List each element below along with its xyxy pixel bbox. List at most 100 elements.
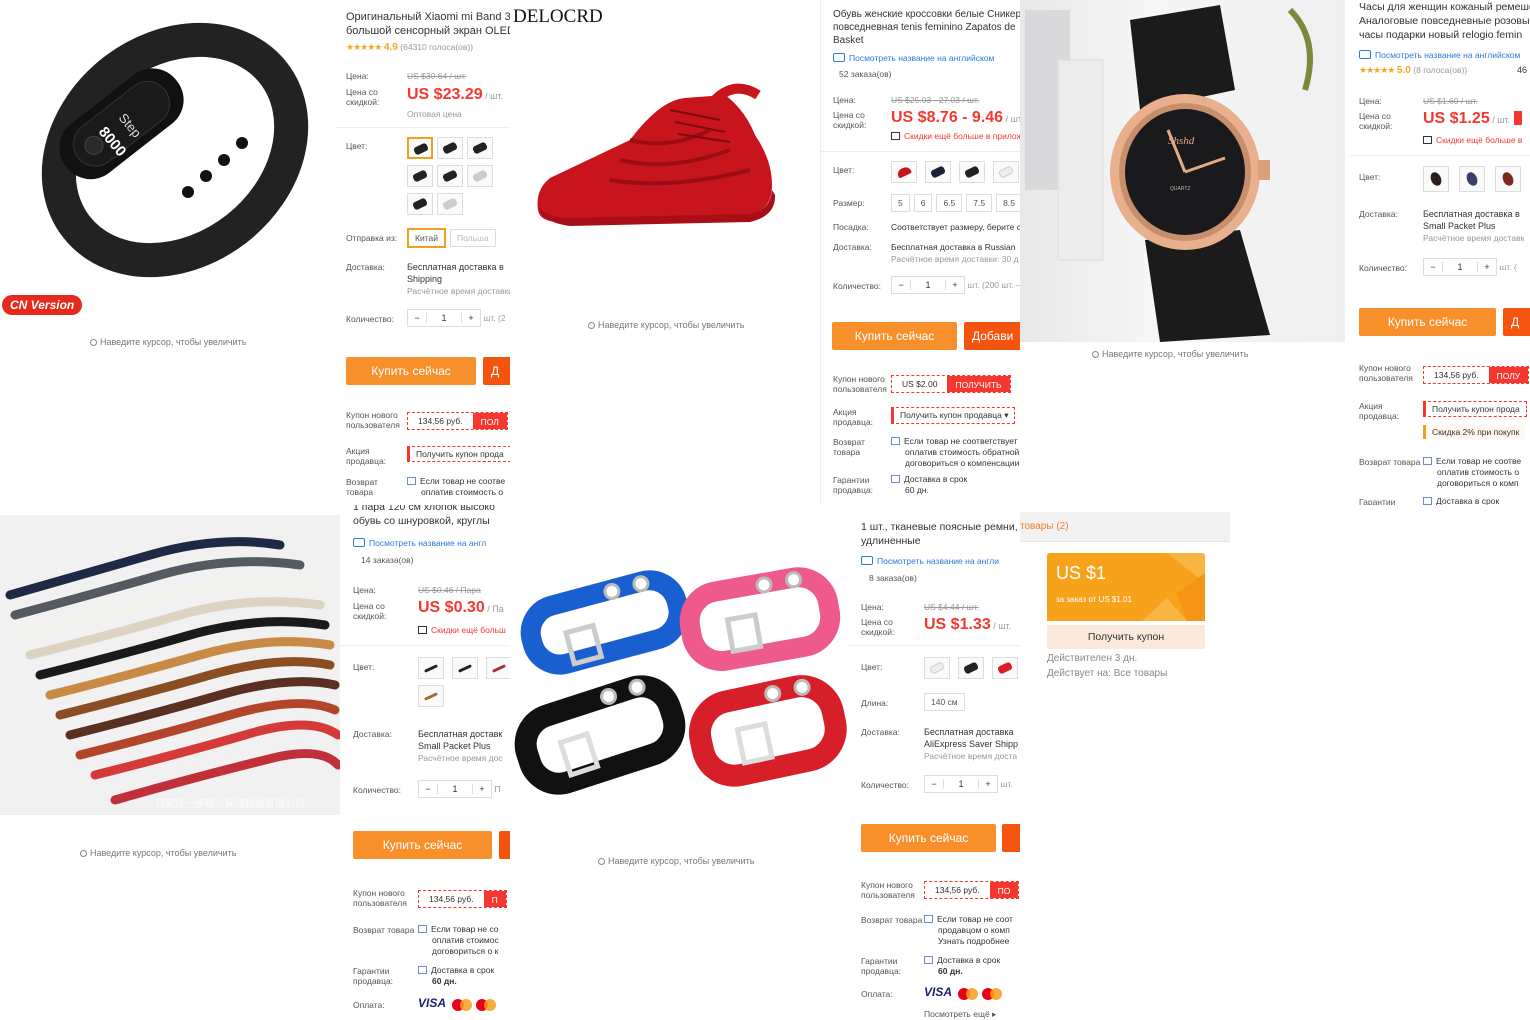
product-title-line2[interactable]: обувь со шнуровкой, круглы — [353, 514, 510, 528]
size-option[interactable]: 5 — [891, 194, 910, 212]
product-title[interactable]: 1 шт., тканевые поясные ремни, — [861, 520, 1020, 534]
translate-link[interactable]: Посмотреть название на английском — [849, 53, 994, 63]
qty-value[interactable]: 1 — [426, 313, 462, 323]
color-swatch[interactable] — [437, 165, 463, 187]
color-swatch[interactable] — [992, 657, 1018, 679]
get-coupon-button[interactable]: ПОЛУ — [1488, 367, 1529, 383]
product-title-line2[interactable]: большой сенсорный экран OLED — [346, 24, 510, 38]
delivery-method[interactable]: Бесплатная доставка в Russian — [891, 241, 1019, 253]
plus-button[interactable]: + — [473, 784, 491, 794]
product-title-line3[interactable]: часы подарки новый relogio femin — [1359, 28, 1530, 42]
product-image[interactable]: DELOCRD — [510, 0, 820, 315]
color-swatch[interactable] — [467, 165, 493, 187]
qty-value[interactable]: 1 — [943, 779, 979, 789]
delivery-method-line2[interactable]: Shipping — [407, 273, 510, 285]
new-user-coupon[interactable]: 134,56 руб. ПОЛ — [407, 412, 508, 430]
product-image[interactable]: Step 8000 CN Version — [0, 0, 335, 330]
buy-now-button[interactable]: Купить сейчас — [346, 357, 476, 385]
color-swatch[interactable] — [407, 137, 433, 159]
delivery-method[interactable]: Бесплатная доставк — [418, 728, 503, 740]
minus-button[interactable]: − — [419, 784, 437, 794]
seller-promo-discount[interactable]: Скидка 2% при покупк — [1423, 425, 1526, 439]
color-swatch[interactable] — [924, 657, 950, 679]
qty-value[interactable]: 1 — [437, 784, 473, 794]
get-coupon-button[interactable]: ПО — [989, 882, 1019, 898]
ship-from-option[interactable]: Китай — [407, 228, 446, 248]
color-swatch[interactable] — [407, 193, 433, 215]
quantity-stepper[interactable]: −1 + — [891, 276, 965, 294]
size-option[interactable]: 6.5 — [936, 194, 963, 212]
quantity-stepper[interactable]: −1 + — [924, 775, 998, 793]
size-option[interactable]: 8.5 — [996, 194, 1020, 212]
minus-button[interactable]: − — [892, 280, 910, 290]
get-coupon-button[interactable]: Получить купон — [1047, 625, 1205, 649]
product-title[interactable]: Оригинальный Xiaomi mi Band 3 — [346, 10, 510, 24]
product-image[interactable]: 石家庄一步鞋业网络科技有限公司 — [0, 515, 340, 815]
translate-link[interactable]: Посмотреть название на англи — [877, 556, 999, 566]
new-user-coupon[interactable]: 134,56 руб. ПО — [924, 881, 1020, 899]
app-discount[interactable]: Скидки ещё больше в — [1436, 135, 1522, 145]
color-swatch[interactable] — [1495, 166, 1521, 192]
buy-now-button[interactable]: Купить сейчас — [861, 824, 996, 852]
qty-value[interactable]: 1 — [1442, 262, 1478, 272]
app-discount[interactable]: Скидки ещё больш — [431, 625, 506, 635]
qty-value[interactable]: 1 — [910, 280, 946, 290]
plus-button[interactable]: + — [979, 779, 997, 789]
color-swatch[interactable] — [486, 657, 510, 679]
get-coupon-button[interactable]: ПОЛ — [472, 413, 507, 429]
ship-from-option[interactable]: Польша — [449, 229, 496, 247]
delivery-method-line2[interactable]: AliExpress Saver Shipp — [924, 738, 1018, 750]
learn-more-link[interactable]: Узнать подробнее — [924, 936, 1013, 947]
product-title[interactable]: 1 пара 120 см хлопок высоко — [353, 505, 510, 514]
coupon-card[interactable]: US $1 за заказ от US $1.01 — [1047, 553, 1205, 621]
delivery-method-line2[interactable]: Small Packet Plus — [418, 740, 503, 752]
buy-now-button[interactable]: Купить сейчас — [832, 322, 957, 350]
product-image[interactable]: Shshd QUARTZ — [1020, 0, 1345, 342]
color-swatch[interactable] — [418, 657, 444, 679]
wholesale-link[interactable]: Оптовая цена — [407, 109, 462, 119]
votes-count[interactable]: (8 голоса(ов)) — [1413, 65, 1467, 75]
new-user-coupon[interactable]: 134,56 руб. ПОЛУ — [1423, 366, 1530, 384]
color-swatch[interactable] — [467, 137, 493, 159]
color-swatch[interactable] — [437, 137, 463, 159]
products-count[interactable]: товары (2) — [1020, 521, 1069, 532]
app-discount[interactable]: Скидки ещё больше в прилож — [904, 131, 1020, 141]
color-swatch[interactable] — [407, 165, 433, 187]
get-coupon-button[interactable]: ПОЛУЧИТЬ — [947, 376, 1010, 392]
seller-promo[interactable]: Получить купон прода — [407, 446, 510, 462]
get-coupon-button[interactable]: П — [483, 891, 506, 907]
color-swatch[interactable] — [1459, 166, 1485, 192]
add-to-cart-button[interactable]: Д — [1503, 308, 1530, 336]
add-to-cart-button[interactable]: Добави — [964, 322, 1020, 350]
product-title-line2[interactable]: Аналоговые повседневные розовые — [1359, 14, 1530, 28]
color-swatch[interactable] — [1423, 166, 1449, 192]
product-image[interactable] — [510, 515, 848, 840]
plus-button[interactable]: + — [946, 280, 964, 290]
buy-now-button[interactable]: Купить сейчас — [1359, 308, 1496, 336]
size-option[interactable]: 7.5 — [966, 194, 993, 212]
seller-promo[interactable]: Получить купон прода — [1423, 401, 1527, 417]
plus-button[interactable]: + — [1478, 262, 1496, 272]
delivery-method-line2[interactable]: Small Packet Plus — [1423, 220, 1524, 232]
new-user-coupon[interactable]: 134,56 руб. П — [418, 890, 507, 908]
rating-row[interactable]: ★★★★★ 4.9 (64310 голоса(ов)) — [346, 42, 473, 53]
product-title[interactable]: Часы для женщин кожаный ремешок — [1359, 0, 1530, 14]
translate-link[interactable]: Посмотреть название на англ — [369, 538, 486, 548]
size-option[interactable]: 6 — [913, 194, 933, 212]
color-swatch[interactable] — [891, 161, 917, 183]
color-swatch[interactable] — [452, 657, 478, 679]
quantity-stepper[interactable]: −1 + — [418, 780, 492, 798]
minus-button[interactable]: − — [925, 779, 943, 789]
color-swatch[interactable] — [993, 161, 1019, 183]
minus-button[interactable]: − — [408, 313, 426, 323]
length-option[interactable]: 140 см — [924, 693, 965, 711]
color-swatch[interactable] — [418, 685, 444, 707]
seller-promo[interactable]: Получить купон продавца ▾ — [891, 407, 1016, 424]
product-title-line3[interactable]: Basket — [833, 34, 1020, 47]
add-to-cart-button[interactable] — [499, 831, 510, 859]
delivery-method[interactable]: Бесплатная доставка в — [1423, 208, 1524, 220]
color-swatch[interactable] — [925, 161, 951, 183]
add-to-cart-button[interactable]: Д — [483, 357, 510, 385]
delivery-method[interactable]: Бесплатная доставка в — [407, 261, 510, 273]
more-payment-link[interactable]: Посмотреть ещё ▸ — [924, 1009, 996, 1019]
